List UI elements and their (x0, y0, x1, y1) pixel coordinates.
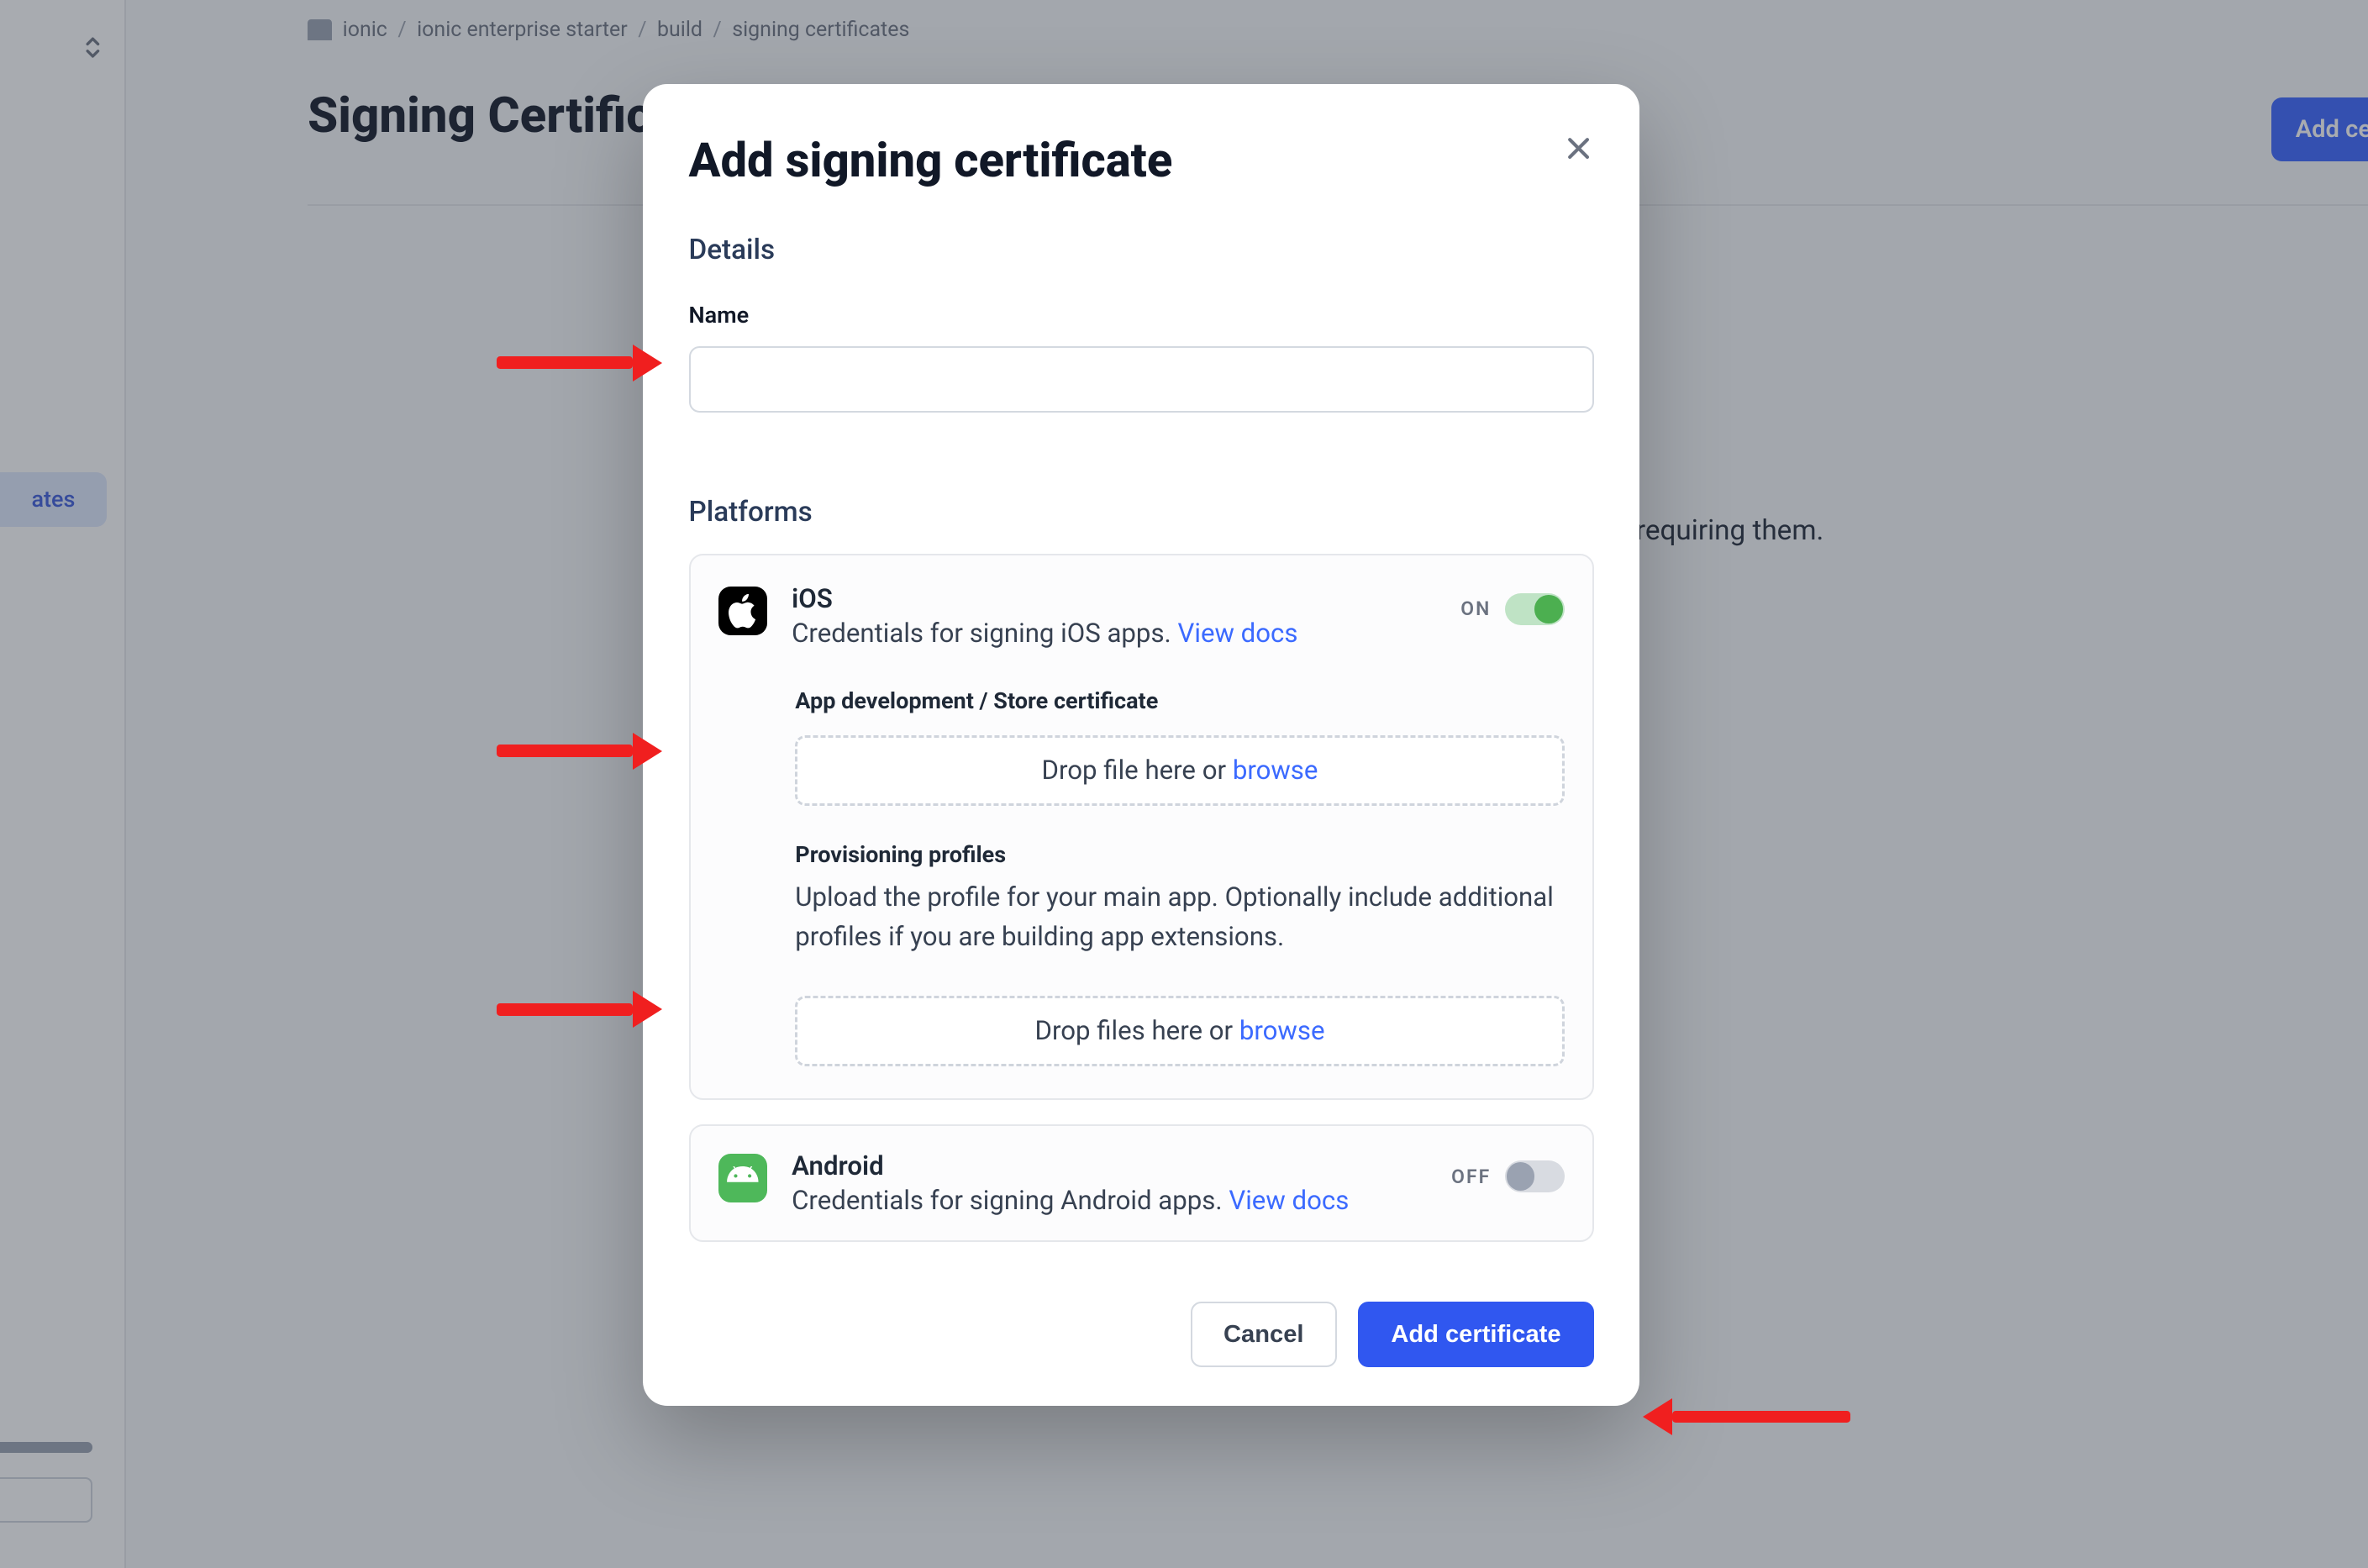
close-icon (1566, 136, 1591, 160)
cancel-button[interactable]: Cancel (1191, 1302, 1337, 1368)
android-view-docs-link[interactable]: View docs (1229, 1185, 1349, 1216)
add-certificate-submit-button[interactable]: Add certificate (1358, 1302, 1594, 1368)
add-signing-certificate-modal: Add signing certificate Details Name Pla… (643, 84, 1639, 1406)
platform-android-card: Android Credentials for signing Android … (689, 1124, 1594, 1242)
ios-title: iOS (792, 583, 1565, 614)
apple-icon (718, 587, 767, 635)
modal-title: Add signing certificate (689, 133, 1594, 188)
browse-link[interactable]: browse (1233, 755, 1318, 786)
platform-ios-card: iOS Credentials for signing iOS apps. Vi… (689, 554, 1594, 1100)
android-title: Android (792, 1150, 1565, 1181)
android-desc: Credentials for signing Android apps. Vi… (792, 1185, 1565, 1216)
ios-toggle-label: ON (1460, 597, 1491, 620)
ios-cert-dropzone[interactable]: Drop file here or browse (795, 735, 1564, 807)
android-icon (718, 1154, 767, 1202)
ios-provisioning-desc: Upload the profile for your main app. Op… (795, 878, 1564, 957)
ios-provisioning-label: Provisioning profiles (795, 841, 1564, 868)
ios-toggle[interactable] (1505, 593, 1565, 624)
android-toggle[interactable] (1505, 1160, 1565, 1192)
ios-desc: Credentials for signing iOS apps. View d… (792, 618, 1565, 649)
browse-link[interactable]: browse (1239, 1015, 1325, 1046)
section-details: Details (689, 234, 1594, 266)
name-input[interactable] (689, 346, 1594, 413)
close-button[interactable] (1555, 126, 1601, 171)
ios-cert-label: App development / Store certificate (795, 687, 1564, 714)
section-platforms: Platforms (689, 496, 1594, 529)
android-toggle-label: OFF (1451, 1165, 1491, 1188)
name-label: Name (689, 302, 1594, 329)
ios-provisioning-dropzone[interactable]: Drop files here or browse (795, 996, 1564, 1067)
ios-view-docs-link[interactable]: View docs (1178, 618, 1298, 649)
